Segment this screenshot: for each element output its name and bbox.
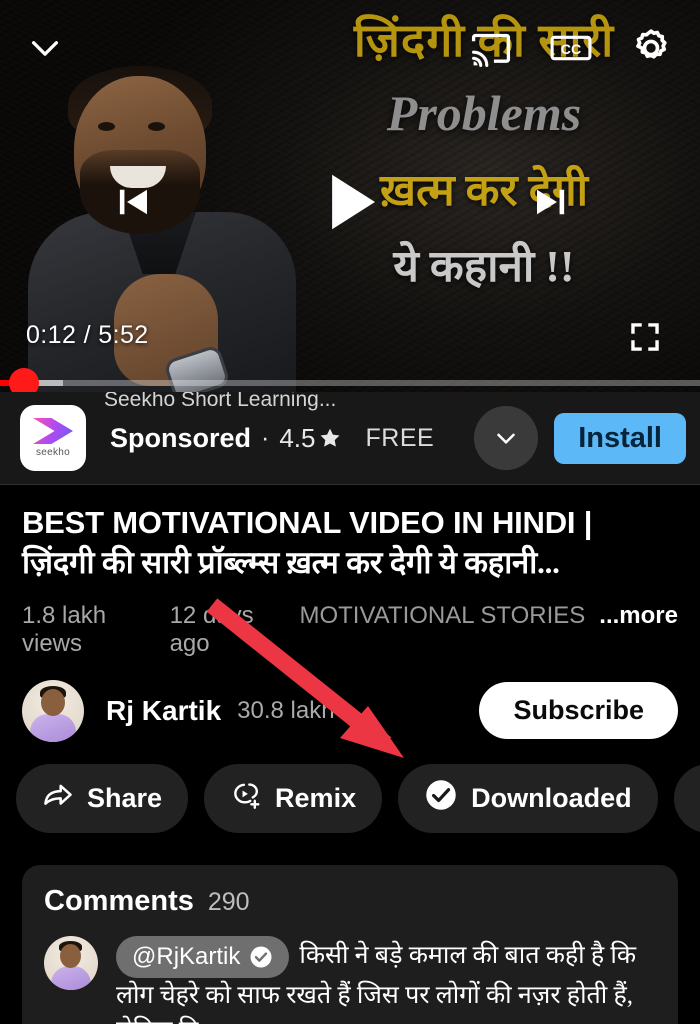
comments-header: Comments 290 — [44, 885, 656, 918]
player-center-controls — [0, 168, 700, 240]
install-button[interactable]: Install — [554, 412, 686, 464]
share-label: Share — [87, 782, 163, 813]
comments-title: Comments — [44, 884, 194, 917]
avatar[interactable] — [22, 679, 84, 742]
video-player[interactable]: ज़िंदगी की सारी Problems ख़त्म कर देगी य… — [0, 0, 700, 392]
top-comment[interactable]: @RjKartik किसी ने बड़े कमाल की बात कही ह… — [44, 935, 656, 1024]
ad-app-name: seekho — [35, 447, 71, 458]
cast-icon[interactable] — [464, 21, 518, 75]
ad-price-label: FREE — [365, 423, 435, 452]
ad-separator: · — [261, 423, 270, 452]
page-title[interactable]: BEST MOTIVATIONAL VIDEO IN HINDI | ज़िंद… — [22, 503, 678, 584]
more-link[interactable]: ...more — [599, 602, 678, 630]
channel-name[interactable]: Rj Kartik — [106, 695, 221, 727]
ad-sponsored-label: Sponsored — [110, 422, 252, 453]
share-icon — [42, 779, 74, 818]
comment-body: @RjKartik किसी ने बड़े कमाल की बात कही ह… — [116, 935, 656, 1024]
ad-rating: 4.5 — [279, 423, 341, 454]
svg-text:CC: CC — [561, 41, 581, 57]
video-hashtag: MOTIVATIONAL STORIES — [299, 601, 586, 629]
sponsored-ad-banner[interactable]: Seekho Short Learning... seekho Sponsore… — [0, 392, 700, 484]
downloaded-button[interactable]: Downloaded — [398, 763, 658, 833]
skip-previous-icon[interactable] — [112, 181, 154, 228]
video-progress-bar[interactable] — [0, 368, 700, 392]
verified-badge-icon — [250, 946, 272, 968]
subscriber-count: 30.8 lakh — [237, 696, 335, 724]
comment-handle-text: @RjKartik — [132, 942, 241, 970]
ad-expand-button[interactable] — [474, 406, 539, 470]
comments-count: 290 — [207, 887, 250, 916]
star-icon — [320, 428, 339, 447]
video-timestamp: 0:12 / 5:52 — [26, 321, 149, 349]
remix-label: Remix — [275, 782, 357, 813]
seekho-logo-icon — [33, 418, 73, 444]
ad-rating-value: 4.5 — [279, 422, 316, 453]
comment-avatar — [44, 935, 98, 990]
comments-section[interactable]: Comments 290 @RjKartik किसी ने बड़े कमाल… — [22, 864, 678, 1024]
action-button-row: Share Remix Downloaded — [0, 742, 700, 833]
gear-icon[interactable] — [624, 21, 678, 75]
ad-info: Sponsored · 4.5 FREE — [86, 423, 474, 454]
ad-headline: Seekho Short Learning... — [104, 392, 337, 411]
publish-date: 12 days ago — [169, 601, 254, 657]
subscribe-button[interactable]: Subscribe — [479, 682, 678, 740]
video-title-line-2: ज़िंदगी की सारी प्रॉब्ल्म्स ख़त्म कर देग… — [22, 545, 560, 581]
play-icon[interactable] — [311, 163, 389, 246]
share-button[interactable]: Share — [16, 763, 189, 833]
closed-captions-icon[interactable]: CC — [544, 21, 598, 75]
downloaded-check-icon — [424, 778, 458, 819]
clip-button[interactable]: Clip — [673, 763, 700, 833]
comment-author-handle[interactable]: @RjKartik — [116, 935, 290, 978]
fullscreen-icon[interactable] — [628, 320, 662, 354]
video-metadata: BEST MOTIVATIONAL VIDEO IN HINDI | ज़िंद… — [0, 485, 700, 658]
video-stats-row[interactable]: 1.8 lakh views 12 days ago MOTIVATIONAL … — [22, 602, 678, 658]
skip-next-icon[interactable] — [530, 181, 572, 228]
progress-track — [0, 380, 700, 386]
view-count: 1.8 lakh views — [22, 601, 107, 657]
channel-row: Rj Kartik 30.8 lakh Subscribe — [0, 658, 700, 742]
chevron-down-icon[interactable] — [22, 25, 68, 71]
progress-scrubber-handle[interactable] — [8, 368, 39, 392]
youtube-video-page: ज़िंदगी की सारी Problems ख़त्म कर देगी य… — [0, 0, 700, 1024]
video-title-line-1: BEST MOTIVATIONAL VIDEO IN HINDI | — [22, 505, 593, 540]
remix-icon — [230, 779, 262, 818]
ad-app-icon: seekho — [20, 405, 86, 471]
player-top-controls: CC — [0, 0, 700, 96]
remix-button[interactable]: Remix — [204, 763, 383, 833]
downloaded-label: Downloaded — [471, 782, 632, 813]
